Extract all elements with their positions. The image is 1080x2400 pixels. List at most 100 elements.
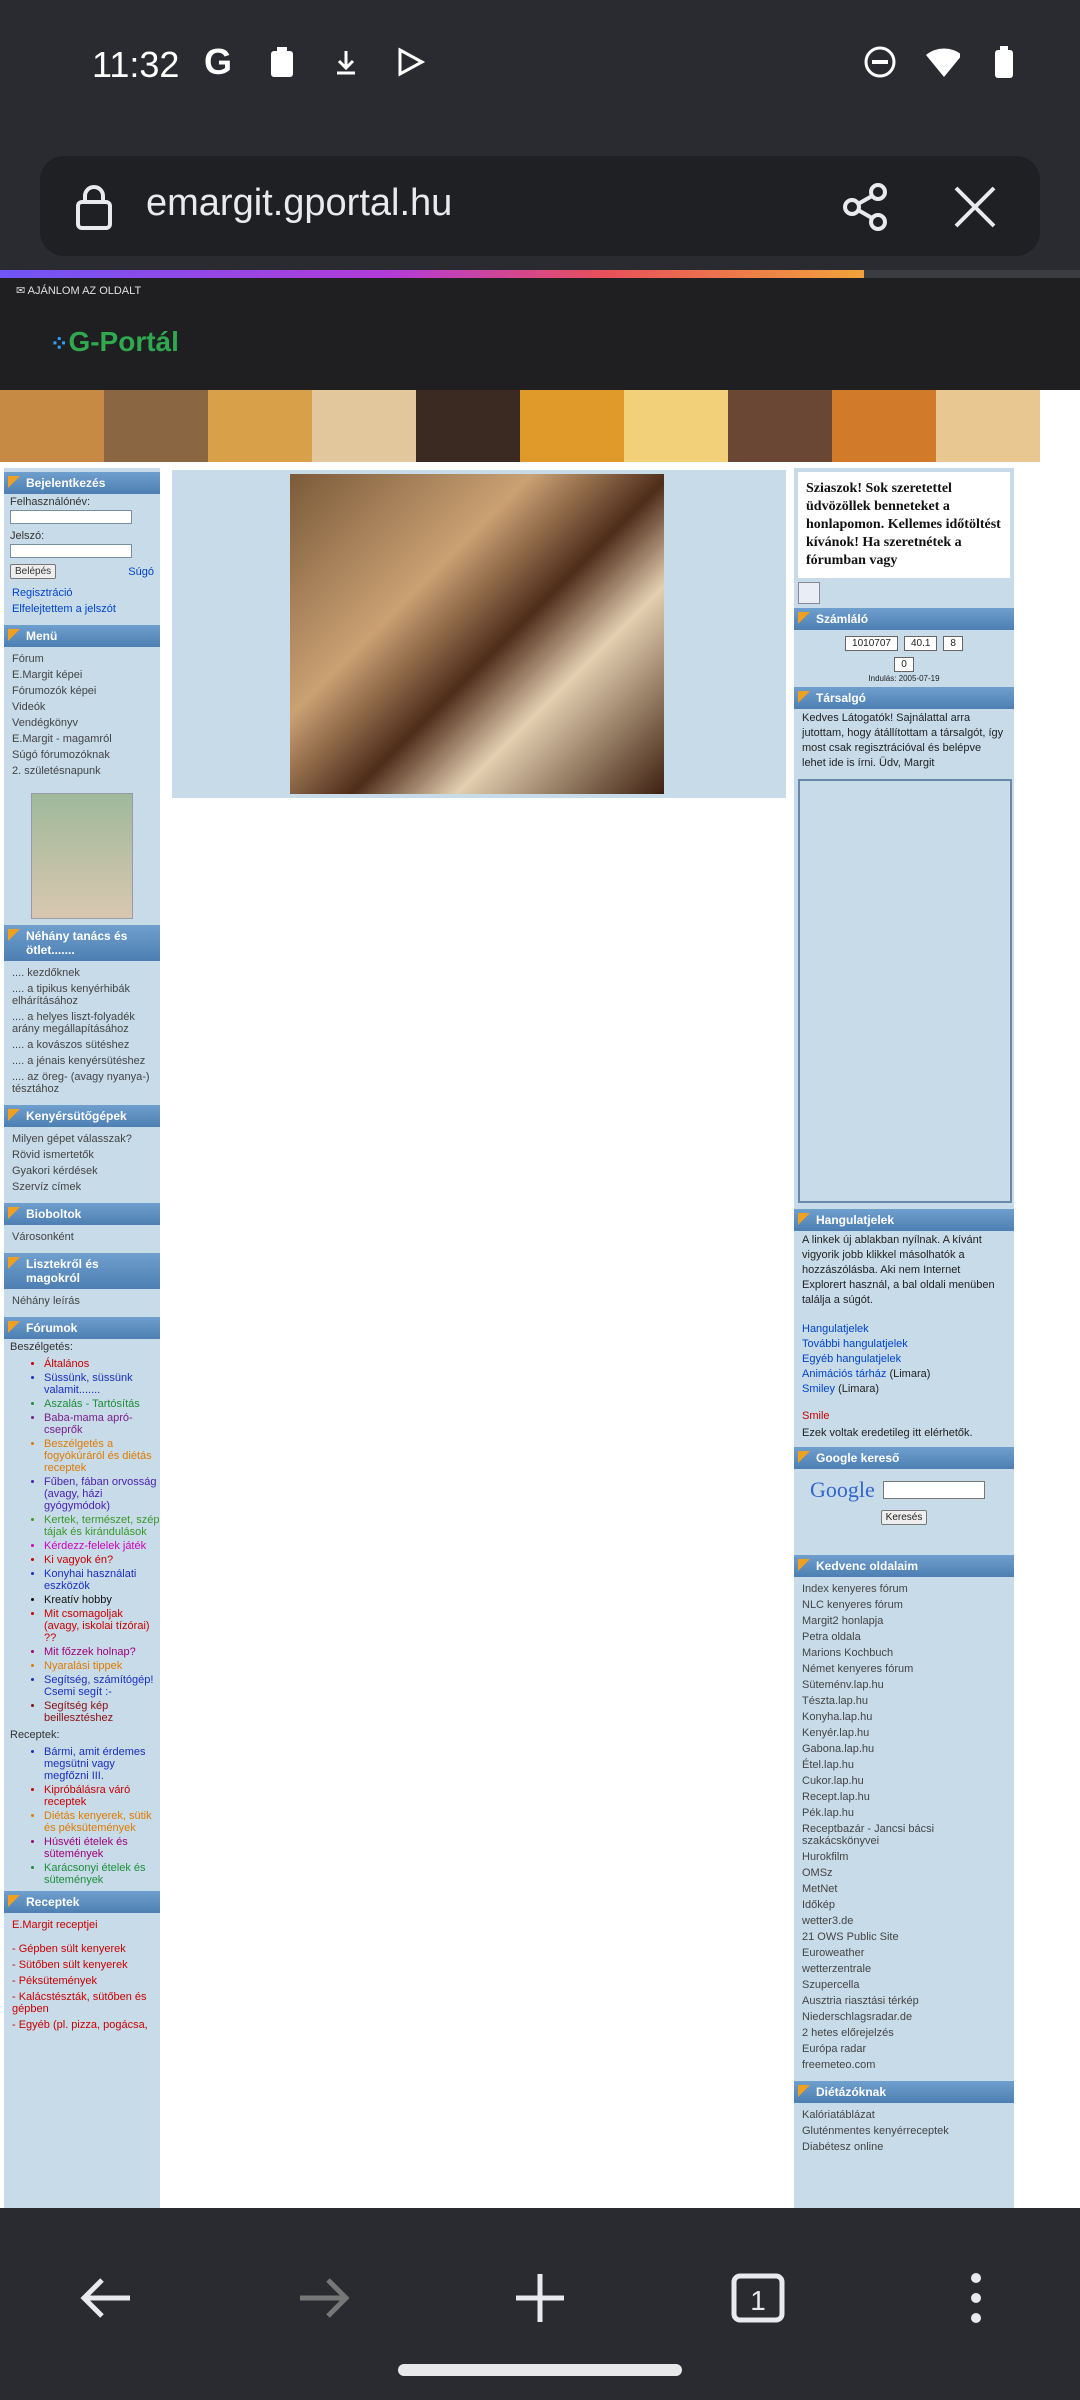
diet-link-1[interactable]: Gluténmentes kenyérreceptek [802,2123,1006,2139]
conversation-forum-8[interactable]: Ki vagyok én? [44,1553,160,1567]
favorite-link-23[interactable]: wetterzentrale [802,1961,1006,1977]
password-input[interactable] [10,544,132,558]
smiley-link[interactable]: Smiley [802,1383,835,1395]
conversation-forum-11[interactable]: Mit csomagoljak (avagy, iskolai tízórai)… [44,1607,160,1645]
favorite-link-22[interactable]: Euroweather [802,1945,1006,1961]
recipe-item-3[interactable]: - Kalácstészták, sütőben és gépben [12,1989,152,2017]
conversation-forum-7[interactable]: Kérdezz-felelek játék [44,1539,160,1553]
back-icon[interactable] [76,2268,136,2328]
favorite-link-11[interactable]: Étel.lap.hu [802,1757,1006,1773]
favorite-link-15[interactable]: Receptbazár - Jancsi bácsi szakácskönyve… [802,1821,1006,1849]
recipe-item-1[interactable]: - Sütőben sült kenyerek [12,1957,152,1973]
recipe-forum-1[interactable]: Kipróbálásra váró receptek [44,1783,160,1809]
favorite-link-27[interactable]: 2 hetes előrejelzés [802,2025,1006,2041]
machine-item-0[interactable]: Milyen gépet válasszak? [12,1131,152,1147]
conversation-forum-3[interactable]: Baba-mama apró-cseprők [44,1411,160,1437]
conversation-forum-5[interactable]: Fűben, fában orvosság (avagy, házi gyógy… [44,1475,160,1513]
lock-icon[interactable] [70,182,118,230]
conversation-forum-14[interactable]: Segítség, számítógép! Csemi segít :- [44,1673,160,1699]
conversation-forum-2[interactable]: Aszalás - Tartósítás [44,1397,160,1411]
conversation-forum-4[interactable]: Beszélgetés a fogyókúráról és diétás rec… [44,1437,160,1475]
menu-item-1[interactable]: E.Margit képei [12,667,152,683]
url-bar[interactable]: emargit.gportal.hu [40,156,1040,256]
recipe-forum-3[interactable]: Húsvéti ételek és sütemények [44,1835,160,1861]
favorite-link-28[interactable]: Európa radar [802,2041,1006,2057]
mood-link-1[interactable]: További hangulatjelek [794,1337,1014,1352]
margit-recipes-link[interactable]: E.Margit receptjei [12,1917,152,1933]
forward-icon[interactable] [294,2268,354,2328]
favorite-link-8[interactable]: Konyha.lap.hu [802,1709,1006,1725]
anim-link[interactable]: Animációs tárház [802,1368,886,1380]
tip-item-5[interactable]: .... az öreg- (avagy nyanya-) tésztához [12,1069,152,1097]
flour-item-0[interactable]: Néhány leírás [12,1293,152,1309]
tip-item-4[interactable]: .... a jénais kenyérsütéshez [12,1053,152,1069]
favorite-link-6[interactable]: Süteménv.lap.hu [802,1677,1006,1693]
recipe-forum-0[interactable]: Bármi, amit érdemes megsütni vagy megfőz… [44,1745,160,1783]
conversation-forum-6[interactable]: Kertek, természet, szép tájak és kirándu… [44,1513,160,1539]
share-icon[interactable] [840,182,890,232]
favorite-link-13[interactable]: Recept.lap.hu [802,1789,1006,1805]
menu-item-2[interactable]: Fórumozók képei [12,683,152,699]
conversation-forum-10[interactable]: Kreatív hobby [44,1593,160,1607]
tip-item-0[interactable]: .... kezdőknek [12,965,152,981]
recommend-link[interactable]: ✉ AJÁNLOM AZ OLDALT [16,284,141,297]
favorite-link-19[interactable]: Időkép [802,1897,1006,1913]
favorite-link-21[interactable]: 21 OWS Public Site [802,1929,1006,1945]
google-search-input[interactable] [882,1481,985,1499]
bio-item-0[interactable]: Városonként [12,1229,152,1245]
favorite-link-18[interactable]: MetNet [802,1881,1006,1897]
favorite-link-9[interactable]: Kenyér.lap.hu [802,1725,1006,1741]
tip-item-2[interactable]: .... a helyes liszt-folyadék arány megál… [12,1009,152,1037]
machine-item-3[interactable]: Szervíz címek [12,1179,152,1195]
favorite-link-10[interactable]: Gabona.lap.hu [802,1741,1006,1757]
new-tab-icon[interactable] [510,2268,570,2328]
forgot-password-link[interactable]: Elfelejtettem a jelszót [12,601,152,617]
machine-item-1[interactable]: Rövid ismertetők [12,1147,152,1163]
conversation-forum-0[interactable]: Általános [44,1357,160,1371]
favorite-link-2[interactable]: Margit2 honlapja [802,1613,1006,1629]
menu-item-3[interactable]: Videók [12,699,152,715]
favorite-link-12[interactable]: Cukor.lap.hu [802,1773,1006,1789]
google-search-button[interactable]: Keresés [880,1510,928,1525]
favorite-link-17[interactable]: OMSz [802,1865,1006,1881]
menu-item-5[interactable]: E.Margit - magamról [12,731,152,747]
favorite-link-7[interactable]: Tészta.lap.hu [802,1693,1006,1709]
register-link[interactable]: Regisztráció [12,585,152,601]
login-button[interactable]: Belépés [10,564,57,579]
conversation-forum-15[interactable]: Segítség kép beillesztéshez [44,1699,160,1725]
menu-item-4[interactable]: Vendégkönyv [12,715,152,731]
recipe-item-2[interactable]: - Péksütemények [12,1973,152,1989]
conversation-forum-1[interactable]: Süssünk, süssünk valamit....... [44,1371,160,1397]
tip-item-3[interactable]: .... a kovászos sütéshez [12,1037,152,1053]
more-menu-icon[interactable] [946,2268,1006,2328]
conversation-forum-12[interactable]: Mit főzzek holnap? [44,1645,160,1659]
favorite-link-25[interactable]: Ausztria riasztási térkép [802,1993,1006,2009]
conversation-forum-9[interactable]: Konyhai használati eszközök [44,1567,160,1593]
favorite-link-5[interactable]: Német kenyeres fórum [802,1661,1006,1677]
tab-switcher-icon[interactable]: 1 [728,2268,788,2328]
username-input[interactable] [10,510,132,524]
gportal-logo[interactable]: ⁘G-Portál [50,326,179,358]
recipe-forum-4[interactable]: Karácsonyi ételek és sütemények [44,1861,160,1887]
url-text[interactable]: emargit.gportal.hu [146,182,452,225]
machine-item-2[interactable]: Gyakori kérdések [12,1163,152,1179]
mood-link-2[interactable]: Egyéb hangulatjelek [794,1352,1014,1367]
recipe-item-4[interactable]: - Egyéb (pl. pizza, pogácsa, [12,2017,152,2033]
menu-item-0[interactable]: Fórum [12,651,152,667]
diet-link-0[interactable]: Kalóriatáblázat [802,2107,1006,2123]
favorite-link-26[interactable]: Niederschlagsradar.de [802,2009,1006,2025]
recipe-item-0[interactable]: - Gépben sült kenyerek [12,1941,152,1957]
favorite-link-14[interactable]: Pék.lap.hu [802,1805,1006,1821]
close-icon[interactable] [950,182,1000,232]
mood-link-0[interactable]: Hangulatjelek [794,1322,1014,1337]
favorite-link-3[interactable]: Petra oldala [802,1629,1006,1645]
favorite-link-24[interactable]: Szupercella [802,1977,1006,1993]
gesture-home-bar[interactable] [398,2364,682,2376]
favorite-link-1[interactable]: NLC kenyeres fórum [802,1597,1006,1613]
diet-link-2[interactable]: Diabétesz online [802,2139,1006,2155]
menu-item-6[interactable]: Súgó fórumozóknak [12,747,152,763]
smile-link[interactable]: Smile [794,1409,1014,1424]
favorite-link-16[interactable]: Hurokfilm [802,1849,1006,1865]
favorite-link-20[interactable]: wetter3.de [802,1913,1006,1929]
menu-item-7[interactable]: 2. születésnapunk [12,763,152,779]
